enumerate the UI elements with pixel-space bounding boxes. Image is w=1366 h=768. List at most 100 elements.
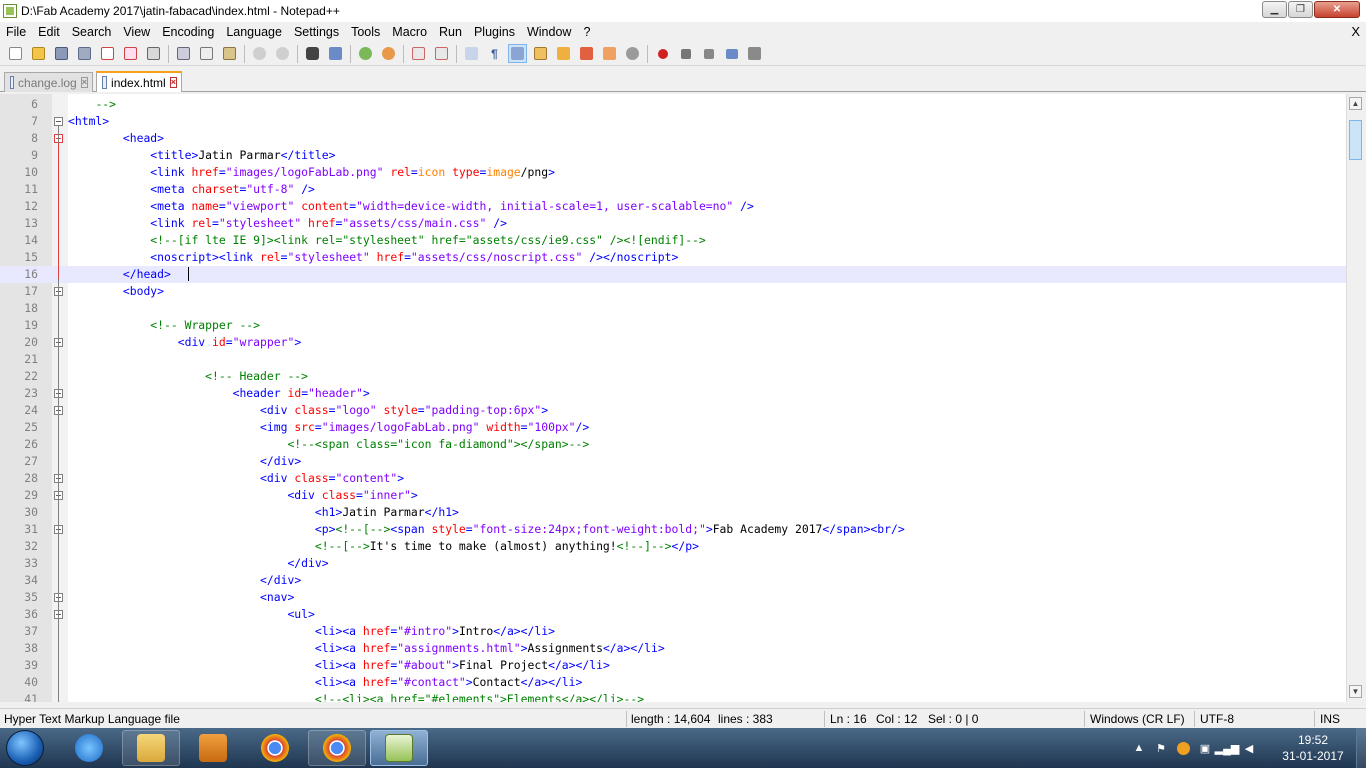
document-map-icon[interactable]: [554, 44, 573, 63]
notepadpp-app-icon[interactable]: [3, 4, 17, 18]
scroll-up-arrow[interactable]: ▲: [1349, 97, 1362, 110]
menu-tools[interactable]: Tools: [345, 22, 386, 42]
taskbar-clock[interactable]: 19:52 31-01-2017: [1272, 732, 1354, 764]
volume-icon[interactable]: ◀: [1241, 740, 1257, 756]
code-line[interactable]: 18: [0, 300, 1346, 317]
maximize-button[interactable]: ❐: [1288, 1, 1313, 18]
code-line[interactable]: 21: [0, 351, 1346, 368]
code-line[interactable]: 31 <p><!--[--><span style="font-size:24p…: [0, 521, 1346, 538]
indent-guide-icon[interactable]: [508, 44, 527, 63]
action-center-flag-icon[interactable]: ⚑: [1153, 740, 1169, 756]
paste-icon[interactable]: [220, 44, 239, 63]
code-line[interactable]: 37 <li><a href="#intro">Intro</a></li>: [0, 623, 1346, 640]
menu-encoding[interactable]: Encoding: [156, 22, 220, 42]
code-line[interactable]: 35 <nav>: [0, 589, 1346, 606]
media-player-taskbar-icon[interactable]: [184, 730, 242, 766]
redo-icon[interactable]: [273, 44, 292, 63]
signal-strength-icon[interactable]: ▂▄▆: [1215, 740, 1240, 756]
menu-edit[interactable]: Edit: [32, 22, 66, 42]
zoom-out-icon[interactable]: [379, 44, 398, 63]
code-line[interactable]: 26 <!--<span class="icon fa-diamond"></s…: [0, 436, 1346, 453]
code-line[interactable]: 20 <div id="wrapper">: [0, 334, 1346, 351]
show-hidden-icons-arrow-icon[interactable]: ▲: [1131, 740, 1147, 756]
close-window-button[interactable]: ✕: [1314, 1, 1360, 18]
undo-icon[interactable]: [250, 44, 269, 63]
save-all-icon[interactable]: [75, 44, 94, 63]
internet-explorer-taskbar-icon[interactable]: [60, 730, 118, 766]
sync-horizontal-icon[interactable]: [432, 44, 451, 63]
code-line[interactable]: 19 <!-- Wrapper -->: [0, 317, 1346, 334]
minimize-button[interactable]: ▁: [1262, 1, 1287, 18]
code-line[interactable]: 39 <li><a href="#about">Final Project</a…: [0, 657, 1346, 674]
status-insert-mode[interactable]: INS: [1320, 711, 1340, 727]
stop-macro-icon[interactable]: [676, 44, 695, 63]
record-macro-icon[interactable]: [653, 44, 672, 63]
monitoring-icon[interactable]: [623, 44, 642, 63]
menu-view[interactable]: View: [117, 22, 156, 42]
menu-macro[interactable]: Macro: [386, 22, 433, 42]
scroll-down-arrow[interactable]: ▼: [1349, 685, 1362, 698]
word-wrap-icon[interactable]: [462, 44, 481, 63]
new-file-icon[interactable]: [6, 44, 25, 63]
code-line[interactable]: 23 <header id="header">: [0, 385, 1346, 402]
network-icon[interactable]: ▣: [1197, 740, 1213, 756]
menu-language[interactable]: Language: [220, 22, 288, 42]
code-line[interactable]: 6 -->: [0, 96, 1346, 113]
code-line[interactable]: 14 <!--[if lte IE 9]><link rel="styleshe…: [0, 232, 1346, 249]
print-icon[interactable]: [144, 44, 163, 63]
code-line[interactable]: 9 <title>Jatin Parmar</title>: [0, 147, 1346, 164]
copy-icon[interactable]: [197, 44, 216, 63]
notepadpp-taskbar-icon[interactable]: [370, 730, 428, 766]
save-icon[interactable]: [52, 44, 71, 63]
menu-help[interactable]: ?: [577, 22, 596, 42]
close-document-x[interactable]: X: [1351, 22, 1360, 42]
code-line[interactable]: 8 <head>: [0, 130, 1346, 147]
close-all-icon[interactable]: [121, 44, 140, 63]
zoom-in-icon[interactable]: [356, 44, 375, 63]
tab-change-log[interactable]: change.log ×: [4, 72, 93, 92]
show-desktop-button[interactable]: [1356, 728, 1366, 768]
code-line[interactable]: 13 <link rel="stylesheet" href="assets/c…: [0, 215, 1346, 232]
menu-window[interactable]: Window: [521, 22, 577, 42]
code-line[interactable]: 41 <!--<li><a href="#elements">Elements<…: [0, 691, 1346, 702]
code-line[interactable]: 7 <html>: [0, 113, 1346, 130]
code-line[interactable]: 29 <div class="inner">: [0, 487, 1346, 504]
code-line[interactable]: 15 <noscript><link rel = "stylesheet" href…: [0, 249, 1346, 266]
menu-run[interactable]: Run: [433, 22, 468, 42]
play-macro-icon[interactable]: [699, 44, 718, 63]
folder-as-workspace-icon[interactable]: [600, 44, 619, 63]
open-file-icon[interactable]: [29, 44, 48, 63]
menu-plugins[interactable]: Plugins: [468, 22, 521, 42]
code-line[interactable]: 40 <li><a href="#contact">Contact</a></l…: [0, 674, 1346, 691]
user-language-icon[interactable]: [531, 44, 550, 63]
code-line[interactable]: 10 <link href="images/logoFabLab.png" re…: [0, 164, 1346, 181]
code-line[interactable]: 36 <ul>: [0, 606, 1346, 623]
menu-search[interactable]: Search: [66, 22, 118, 42]
menu-settings[interactable]: Settings: [288, 22, 345, 42]
close-file-icon[interactable]: [98, 44, 117, 63]
code-line[interactable]: 25 <img src="images/logoFabLab.png" widt…: [0, 419, 1346, 436]
code-line[interactable]: 24 <div class="logo" style="padding-top:…: [0, 402, 1346, 419]
code-line[interactable]: 34 </div>: [0, 572, 1346, 589]
chrome-open-window-taskbar-icon[interactable]: [308, 730, 366, 766]
save-macro-icon[interactable]: [745, 44, 764, 63]
code-line[interactable]: 32 <!--[-->It's time to make (almost) an…: [0, 538, 1346, 555]
scroll-thumb[interactable]: [1349, 120, 1362, 160]
code-line[interactable]: 12 <meta name="viewport" content="width=…: [0, 198, 1346, 215]
code-line[interactable]: 17 <body>: [0, 283, 1346, 300]
code-line[interactable]: 16 </head>: [0, 266, 1346, 283]
fold-toggle-icon[interactable]: [54, 117, 63, 126]
file-explorer-taskbar-icon[interactable]: [122, 730, 180, 766]
function-list-icon[interactable]: [577, 44, 596, 63]
chrome-taskbar-icon[interactable]: [246, 730, 304, 766]
app-tray-icon[interactable]: [1175, 740, 1191, 756]
vertical-scrollbar[interactable]: ▲ ▼: [1346, 94, 1364, 702]
tab-index-html[interactable]: index.html ×: [96, 71, 182, 92]
code-line[interactable]: 27 </div>: [0, 453, 1346, 470]
find-icon[interactable]: [303, 44, 322, 63]
close-tab-icon[interactable]: ×: [169, 77, 177, 88]
code-editor[interactable]: 6 --> 7 <html> 8 <head> 9 <title>Jatin Parma…: [0, 94, 1346, 702]
cut-icon[interactable]: [174, 44, 193, 63]
close-tab-icon[interactable]: ×: [80, 77, 88, 88]
replace-icon[interactable]: [326, 44, 345, 63]
